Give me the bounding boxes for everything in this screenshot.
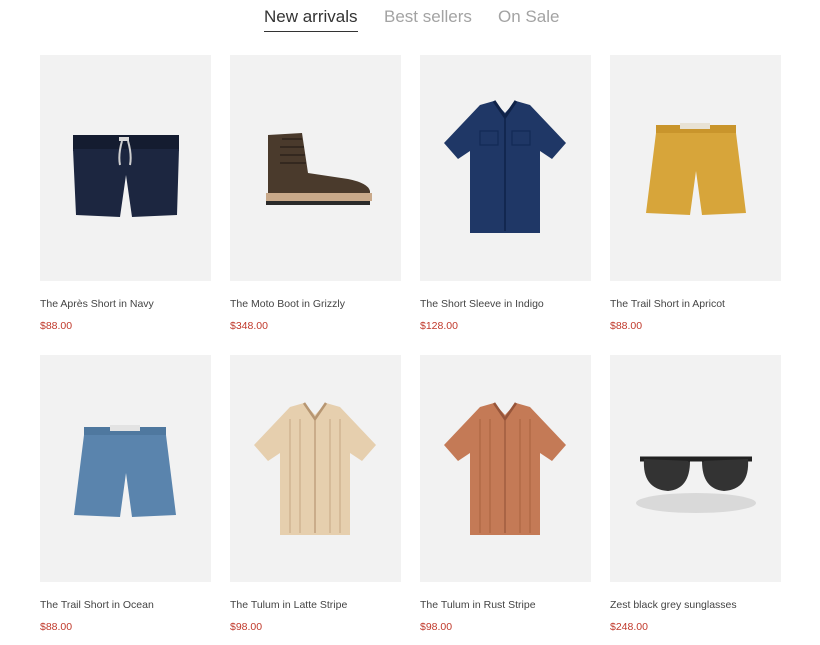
tab-best-sellers[interactable]: Best sellers (384, 6, 472, 28)
product-price: $98.00 (230, 621, 263, 633)
product-card[interactable]: The Tulum in Latte Stripe $98.00 (230, 355, 401, 633)
product-card[interactable]: The Trail Short in Apricot $88.00 (610, 55, 781, 332)
product-price: $98.00 (420, 621, 453, 633)
ocean-shorts-image[interactable] (40, 355, 211, 582)
product-name[interactable]: The Moto Boot in Grizzly (230, 298, 345, 311)
rust-shirt-image[interactable] (420, 355, 591, 582)
product-card[interactable]: The Moto Boot in Grizzly $348.00 (230, 55, 401, 332)
product-name[interactable]: The Après Short in Navy (40, 298, 154, 311)
product-card[interactable]: The Après Short in Navy $88.00 (40, 55, 211, 332)
product-price: $88.00 (610, 320, 643, 332)
navy-shorts-image[interactable] (40, 55, 211, 281)
tab-label: Best sellers (384, 7, 472, 26)
indigo-shirt-image[interactable] (420, 55, 591, 281)
product-price: $348.00 (230, 320, 268, 332)
latte-shirt-image[interactable] (230, 355, 401, 582)
product-card[interactable]: Zest black grey sunglasses $248.00 (610, 355, 781, 633)
brown-boot-image[interactable] (230, 55, 401, 281)
product-card[interactable]: The Trail Short in Ocean $88.00 (40, 355, 211, 633)
product-name[interactable]: The Trail Short in Apricot (610, 298, 725, 311)
tab-label: On Sale (498, 7, 560, 26)
product-name[interactable]: Zest black grey sunglasses (610, 599, 737, 612)
product-name[interactable]: The Trail Short in Ocean (40, 599, 154, 612)
product-price: $88.00 (40, 320, 73, 332)
product-name[interactable]: The Tulum in Latte Stripe (230, 599, 347, 612)
product-card[interactable]: The Tulum in Rust Stripe $98.00 (420, 355, 591, 633)
apricot-shorts-image[interactable] (610, 55, 781, 281)
product-price: $128.00 (420, 320, 458, 332)
product-name[interactable]: The Short Sleeve in Indigo (420, 298, 544, 311)
tab-label: New arrivals (264, 7, 358, 26)
collection-tabs: New arrivals Best sellers On Sale (0, 0, 820, 40)
product-name[interactable]: The Tulum in Rust Stripe (420, 599, 536, 612)
tab-on-sale[interactable]: On Sale (498, 6, 559, 28)
tab-new-arrivals[interactable]: New arrivals (264, 6, 358, 32)
sunglasses-image[interactable] (610, 355, 781, 582)
active-tab-underline (264, 31, 358, 32)
product-price: $88.00 (40, 621, 73, 633)
product-card[interactable]: The Short Sleeve in Indigo $128.00 (420, 55, 591, 332)
product-price: $248.00 (610, 621, 648, 633)
